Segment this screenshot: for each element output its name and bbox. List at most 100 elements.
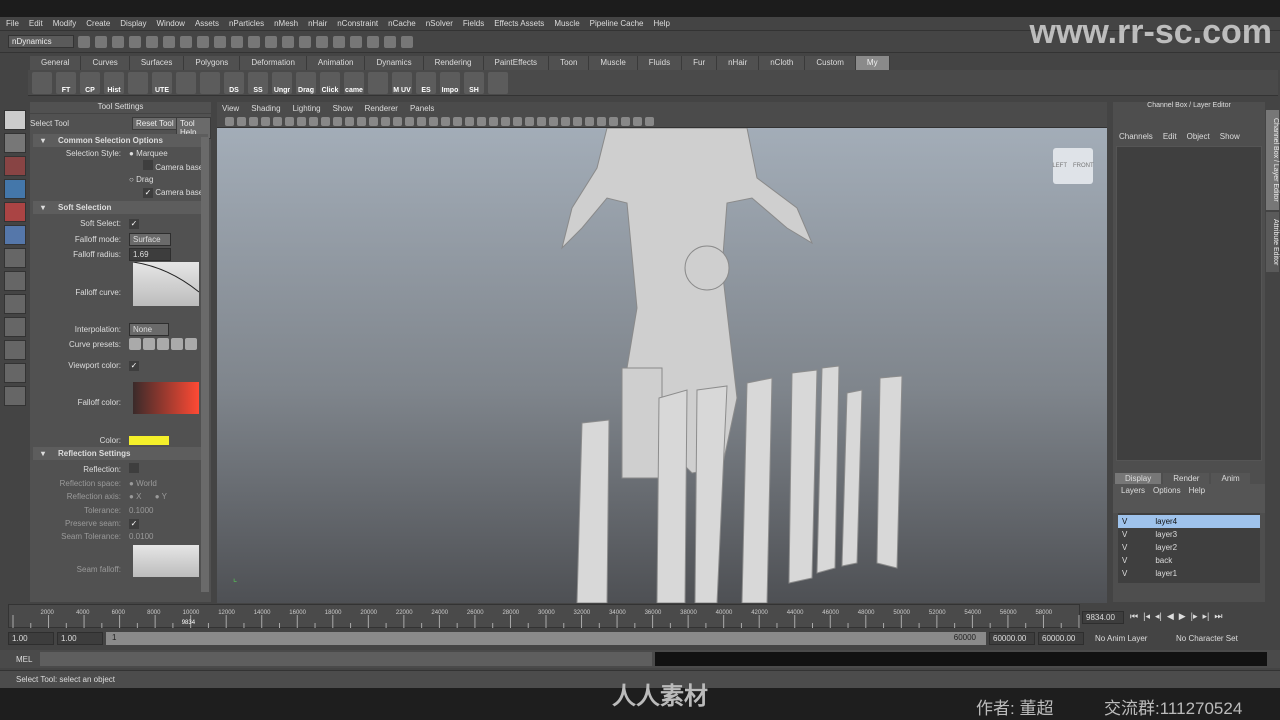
world-radio[interactable]: ● World bbox=[129, 477, 157, 490]
tool-settings-scrollbar[interactable] bbox=[201, 137, 209, 592]
shelf-tab-dynamics[interactable]: Dynamics bbox=[365, 56, 424, 70]
axis-radio[interactable]: ● X ● Y bbox=[129, 490, 167, 503]
visibility-toggle[interactable]: V bbox=[1122, 567, 1127, 580]
viewport-toolbar-icon[interactable] bbox=[501, 116, 510, 126]
go-to-end-icon[interactable]: ⏭ bbox=[1214, 611, 1222, 622]
viewport-menu-lighting[interactable]: Lighting bbox=[293, 104, 321, 113]
status-tool-icon[interactable] bbox=[401, 35, 413, 48]
layout-graph-icon[interactable] bbox=[4, 340, 26, 360]
start-time-field[interactable]: 1.00 bbox=[8, 632, 54, 645]
menu-create[interactable]: Create bbox=[86, 19, 110, 28]
viewport-toolbar-icon[interactable] bbox=[237, 116, 246, 126]
viewport-toolbar-icon[interactable] bbox=[561, 116, 570, 126]
viewport-toolbar-icon[interactable] bbox=[381, 116, 390, 126]
shelf-button-icon[interactable] bbox=[488, 72, 508, 94]
shelf-button-sh[interactable]: SH bbox=[464, 72, 484, 94]
viewport-toolbar-icon[interactable] bbox=[273, 116, 282, 126]
channel-menu-show[interactable]: Show bbox=[1220, 132, 1240, 144]
command-input[interactable] bbox=[40, 652, 652, 666]
shelf-tab-fur[interactable]: Fur bbox=[682, 56, 718, 70]
falloff-color-ramp[interactable] bbox=[133, 382, 199, 414]
status-tool-icon[interactable] bbox=[129, 35, 141, 48]
shelf-button-icon[interactable] bbox=[200, 72, 220, 94]
shelf-button-ss[interactable]: SS bbox=[248, 72, 268, 94]
falloff-radius-field[interactable]: 1.69 bbox=[129, 248, 171, 261]
viewport-3d[interactable]: LEFT FRONT ⌞ bbox=[217, 128, 1107, 603]
viewport-toolbar-icon[interactable] bbox=[285, 116, 294, 126]
menu-help[interactable]: Help bbox=[653, 19, 669, 28]
status-tool-icon[interactable] bbox=[299, 35, 311, 48]
status-tool-icon[interactable] bbox=[95, 35, 107, 48]
channel-menu-channels[interactable]: Channels bbox=[1119, 132, 1153, 144]
status-tool-icon[interactable] bbox=[146, 35, 158, 48]
layer-name[interactable]: layer1 bbox=[1155, 567, 1177, 580]
soft-select-checkbox[interactable]: ✓ bbox=[129, 217, 139, 230]
playback-start-field[interactable]: 1.00 bbox=[57, 632, 103, 645]
shelf-tab-muscle[interactable]: Muscle bbox=[589, 56, 638, 70]
viewport-toolbar-icon[interactable] bbox=[369, 116, 378, 126]
status-tool-icon[interactable] bbox=[282, 35, 294, 48]
viewport-menu-renderer[interactable]: Renderer bbox=[365, 104, 398, 113]
viewport-toolbar-icon[interactable] bbox=[525, 116, 534, 126]
status-tool-icon[interactable] bbox=[248, 35, 260, 48]
shelf-button-ungr[interactable]: Ungr bbox=[272, 72, 292, 94]
shelf-tab-deformation[interactable]: Deformation bbox=[240, 56, 307, 70]
camera-based-checkbox[interactable]: Camera based bbox=[143, 160, 208, 174]
shelf-tab-surfaces[interactable]: Surfaces bbox=[129, 56, 185, 70]
play-back-icon[interactable]: ◀ bbox=[1167, 611, 1174, 622]
preserve-seam-checkbox[interactable]: ✓ bbox=[129, 517, 139, 530]
drag-radio[interactable]: ○ Drag bbox=[129, 173, 153, 186]
visibility-toggle[interactable]: V bbox=[1122, 541, 1127, 554]
paint-select-icon[interactable] bbox=[4, 156, 26, 176]
menu-display[interactable]: Display bbox=[120, 19, 146, 28]
viewport-toolbar-icon[interactable] bbox=[357, 116, 366, 126]
status-tool-icon[interactable] bbox=[367, 35, 379, 48]
current-frame-marker[interactable]: 9834 bbox=[182, 620, 196, 626]
curve-presets[interactable] bbox=[129, 338, 197, 350]
viewport-toolbar-icon[interactable] bbox=[249, 116, 258, 126]
shelf-tab-animation[interactable]: Animation bbox=[306, 56, 366, 70]
reset-tool-button[interactable]: Reset Tool bbox=[132, 117, 178, 130]
status-tool-icon[interactable] bbox=[197, 35, 209, 48]
step-back-icon[interactable]: ◂| bbox=[1155, 611, 1162, 622]
end-time-field[interactable]: 60000.00 bbox=[1038, 632, 1084, 645]
range-slider[interactable]: 1 60000 bbox=[106, 632, 986, 645]
seam-tolerance-field[interactable]: 0.0100 bbox=[129, 530, 153, 543]
shelf-button-icon[interactable] bbox=[32, 72, 52, 94]
viewport-toolbar-icon[interactable] bbox=[597, 116, 606, 126]
tab-attribute-editor[interactable]: Attribute Editor bbox=[1266, 212, 1279, 272]
visibility-toggle[interactable]: V bbox=[1122, 554, 1127, 567]
viewport-toolbar-icon[interactable] bbox=[297, 116, 306, 126]
viewport-toolbar-icon[interactable] bbox=[465, 116, 474, 126]
layer-row[interactable]: Vlayer3 bbox=[1118, 528, 1260, 541]
layer-row[interactable]: Vlayer4 bbox=[1118, 515, 1260, 528]
layer-name[interactable]: layer3 bbox=[1155, 528, 1177, 541]
rotate-tool-icon[interactable] bbox=[4, 202, 26, 222]
shelf-button-hist[interactable]: Hist bbox=[104, 72, 124, 94]
section-soft-selection[interactable]: Soft Selection bbox=[33, 201, 208, 214]
visibility-toggle[interactable]: V bbox=[1122, 515, 1127, 528]
layout-four-icon[interactable] bbox=[4, 294, 26, 314]
menu-edit[interactable]: Edit bbox=[29, 19, 43, 28]
section-reflection[interactable]: Reflection Settings bbox=[33, 447, 208, 460]
layer-row[interactable]: Vlayer1 bbox=[1118, 567, 1260, 580]
status-tool-icon[interactable] bbox=[180, 35, 192, 48]
layout-custom-icon[interactable] bbox=[4, 386, 26, 406]
viewport-toolbar-icon[interactable] bbox=[321, 116, 330, 126]
layer-menu-help[interactable]: Help bbox=[1189, 484, 1205, 497]
time-slider[interactable]: 2000 4000 6000 8000 10000 12000 14000 16000 1800… bbox=[8, 604, 1080, 628]
section-common-selection[interactable]: Common Selection Options bbox=[33, 134, 208, 147]
layer-type-toggle[interactable] bbox=[1131, 528, 1151, 541]
marquee-radio[interactable]: ● Marquee bbox=[129, 147, 168, 160]
status-tool-icon[interactable] bbox=[231, 35, 243, 48]
viewport-menu-view[interactable]: View bbox=[222, 104, 239, 113]
layout-single-icon[interactable] bbox=[4, 271, 26, 291]
menu-nconstraint[interactable]: nConstraint bbox=[337, 19, 378, 28]
menu-effects-assets[interactable]: Effects Assets bbox=[494, 19, 544, 28]
view-cube[interactable]: LEFT FRONT bbox=[1052, 148, 1094, 184]
falloff-mode-dropdown[interactable]: Surface bbox=[129, 233, 171, 246]
interpolation-dropdown[interactable]: None bbox=[129, 323, 169, 336]
anim-layer-dropdown[interactable]: No Anim Layer bbox=[1087, 634, 1167, 643]
shelf-button-es[interactable]: ES bbox=[416, 72, 436, 94]
layout-hypershade-icon[interactable] bbox=[4, 363, 26, 383]
